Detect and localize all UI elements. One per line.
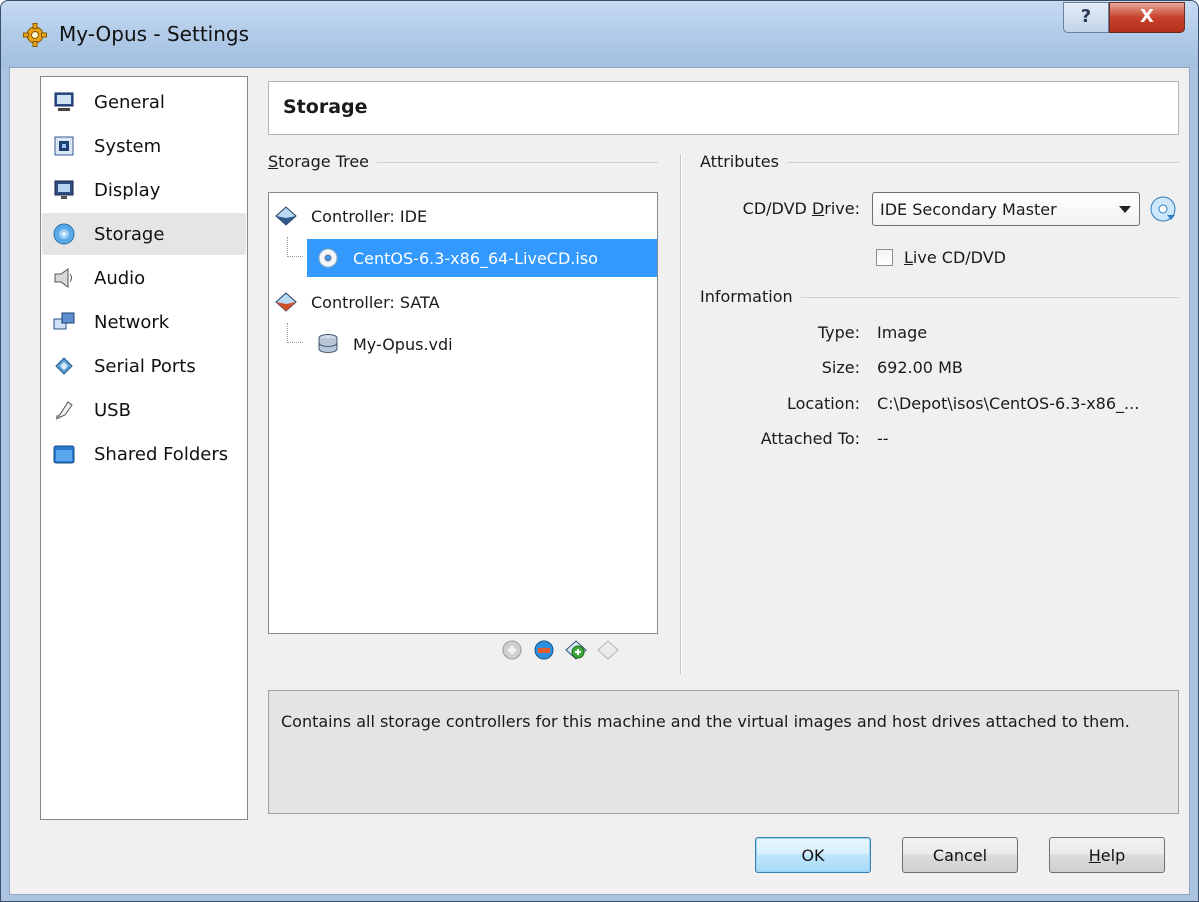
- sidebar-item-usb[interactable]: USB: [42, 389, 246, 431]
- cd-dvd-drive-select[interactable]: IDE Secondary Master: [872, 192, 1140, 226]
- sidebar-item-label: Audio: [94, 267, 146, 289]
- remove-controller-icon[interactable]: [596, 638, 620, 662]
- display-icon: [52, 178, 76, 202]
- sidebar-item-storage[interactable]: Storage: [42, 213, 246, 255]
- sidebar-item-label: Serial Ports: [94, 355, 196, 377]
- chevron-down-icon: [1119, 206, 1131, 213]
- cd-icon: [317, 247, 339, 269]
- description-panel: Contains all storage controllers for thi…: [268, 690, 1179, 814]
- cancel-button[interactable]: Cancel: [902, 837, 1018, 873]
- information-title: Information: [700, 287, 801, 306]
- storage-tree-title: Storage Tree: [268, 152, 378, 171]
- location-value: C:\Depot\isos\CentOS-6.3-x86_...: [877, 394, 1140, 413]
- sidebar-item-label: System: [94, 135, 162, 157]
- title-bar[interactable]: My-Opus - Settings ? X: [1, 1, 1198, 67]
- sidebar-item-audio[interactable]: Audio: [42, 257, 246, 299]
- help-button[interactable]: Help: [1049, 837, 1165, 873]
- tree-item-my-opus-vdi[interactable]: My-Opus.vdi: [307, 325, 657, 363]
- gear-icon: [23, 23, 47, 47]
- attached-to-label: Attached To:: [760, 429, 860, 448]
- ok-button[interactable]: OK: [755, 837, 871, 873]
- sidebar-item-label: Display: [94, 179, 161, 201]
- add-attachment-icon[interactable]: [500, 638, 524, 662]
- help-title-button[interactable]: ?: [1063, 2, 1109, 33]
- location-label: Location:: [786, 394, 860, 413]
- tree-connector: [287, 323, 303, 343]
- settings-sidebar: General System Display Storage Audio Net…: [40, 76, 248, 820]
- serial-port-icon: [52, 354, 76, 378]
- close-button[interactable]: X: [1109, 2, 1185, 33]
- hard-disk-icon: [317, 333, 339, 355]
- sidebar-item-label: USB: [94, 399, 131, 421]
- sidebar-item-serial-ports[interactable]: Serial Ports: [42, 345, 246, 387]
- storage-tree[interactable]: Controller: IDE CentOS-6.3-x86_64-LiveCD…: [268, 192, 658, 634]
- page-title: Storage: [283, 96, 368, 118]
- settings-window: My-Opus - Settings ? X General System Di…: [0, 0, 1199, 902]
- sidebar-item-label: Network: [94, 311, 170, 333]
- dialog-body: General System Display Storage Audio Net…: [9, 67, 1190, 895]
- speaker-icon: [52, 266, 76, 290]
- attached-to-value: --: [877, 429, 889, 448]
- live-cd-dvd-checkbox[interactable]: [876, 249, 893, 266]
- live-cd-dvd-label: Live CD/DVD: [904, 248, 1006, 267]
- storage-tree-toolbar: [500, 638, 620, 662]
- sidebar-item-network[interactable]: Network: [42, 301, 246, 343]
- ide-controller-icon: [275, 205, 297, 227]
- tree-item-centos-iso[interactable]: CentOS-6.3-x86_64-LiveCD.iso: [307, 239, 657, 277]
- sidebar-item-label: Shared Folders: [94, 443, 229, 465]
- tree-item-controller-sata[interactable]: Controller: SATA: [275, 283, 655, 321]
- tree-connector: [287, 237, 303, 257]
- tree-item-controller-ide[interactable]: Controller: IDE: [275, 197, 655, 235]
- description-text: Contains all storage controllers for thi…: [281, 712, 1130, 731]
- add-controller-icon[interactable]: [564, 638, 588, 662]
- sidebar-item-general[interactable]: General: [42, 81, 246, 123]
- sidebar-item-shared-folders[interactable]: Shared Folders: [42, 433, 246, 475]
- sata-controller-icon: [275, 291, 297, 313]
- disk-icon: [52, 222, 76, 246]
- window-title: My-Opus - Settings: [59, 22, 250, 46]
- remove-attachment-icon[interactable]: [532, 638, 556, 662]
- size-value: 692.00 MB: [877, 358, 963, 377]
- network-icon: [52, 310, 76, 334]
- vertical-separator: [680, 154, 681, 674]
- cd-dvd-drive-label: CD/DVD Drive:: [742, 199, 860, 218]
- type-label: Type:: [817, 323, 860, 342]
- attributes-title: Attributes: [700, 152, 787, 171]
- monitor-icon: [52, 90, 76, 114]
- chip-icon: [52, 134, 76, 158]
- folder-icon: [52, 442, 76, 466]
- page-header: Storage: [268, 81, 1179, 135]
- type-value: Image: [877, 323, 928, 342]
- usb-icon: [52, 398, 76, 422]
- choose-disk-image-icon[interactable]: [1149, 195, 1177, 223]
- sidebar-item-display[interactable]: Display: [42, 169, 246, 211]
- sidebar-item-label: Storage: [94, 223, 165, 245]
- sidebar-item-system[interactable]: System: [42, 125, 246, 167]
- sidebar-item-label: General: [94, 91, 165, 113]
- size-label: Size:: [821, 358, 860, 377]
